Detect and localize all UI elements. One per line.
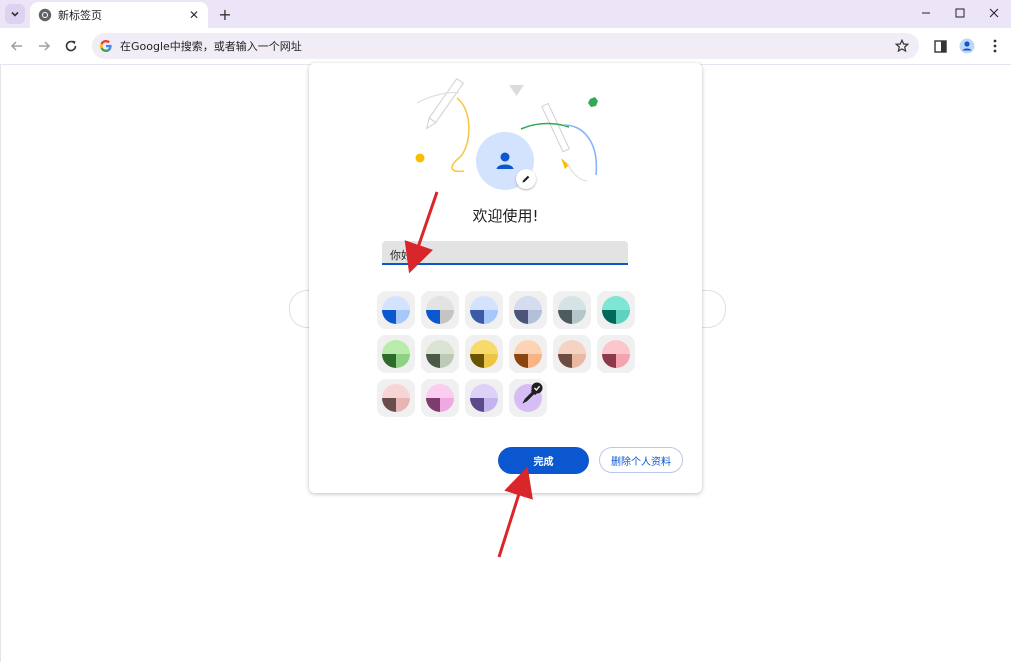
color-swatch[interactable] (465, 291, 503, 329)
back-icon[interactable] (7, 36, 27, 56)
minimize-icon[interactable] (909, 0, 943, 26)
color-swatch-custom[interactable] (509, 379, 547, 417)
person-icon (496, 152, 514, 169)
color-swatch[interactable] (597, 335, 635, 373)
close-window-icon[interactable] (977, 0, 1011, 26)
color-swatch[interactable] (377, 379, 415, 417)
color-swatch[interactable] (465, 335, 503, 373)
tab-title: 新标签页 (58, 9, 102, 22)
profile-customization-dialog: 欢迎使用! 你好 完成 删除个人资料 (309, 63, 702, 493)
pencil-icon (522, 175, 530, 183)
star-icon[interactable] (893, 37, 911, 55)
tab-search-button[interactable] (5, 4, 25, 24)
google-icon (98, 38, 114, 54)
forward-icon[interactable] (34, 36, 54, 56)
chevron-down-icon (11, 11, 19, 17)
reload-icon[interactable] (61, 36, 81, 56)
profile-name-input[interactable]: 你好 (382, 241, 628, 265)
color-swatch[interactable] (377, 291, 415, 329)
omnibox-text: 在Google中搜索，或者输入一个网址 (120, 40, 302, 53)
toolbar: 在Google中搜索，或者输入一个网址 (0, 28, 1011, 65)
color-swatch[interactable] (597, 291, 635, 329)
new-tab-button[interactable]: + (215, 4, 235, 24)
side-panel-icon[interactable] (930, 36, 950, 56)
color-swatch[interactable] (509, 291, 547, 329)
more-menu-icon[interactable] (985, 36, 1005, 56)
color-swatch[interactable] (465, 379, 503, 417)
edit-avatar-button[interactable] (516, 169, 536, 189)
maximize-icon[interactable] (943, 0, 977, 26)
close-tab-icon[interactable]: ✕ (186, 7, 202, 23)
tab-strip: 新标签页 ✕ + (0, 0, 1011, 28)
omnibox[interactable]: 在Google中搜索，或者输入一个网址 (92, 33, 919, 59)
profile-icon[interactable] (957, 36, 977, 56)
color-swatch[interactable] (421, 291, 459, 329)
color-swatch[interactable] (377, 335, 415, 373)
chrome-icon (38, 8, 52, 22)
color-swatch[interactable] (509, 335, 547, 373)
color-swatch[interactable] (553, 291, 591, 329)
color-swatch[interactable] (421, 379, 459, 417)
color-swatch[interactable] (421, 335, 459, 373)
welcome-heading: 欢迎使用! (472, 207, 539, 225)
tab-new-tab[interactable]: 新标签页 ✕ (30, 2, 208, 28)
color-swatch[interactable] (553, 335, 591, 373)
delete-profile-button[interactable]: 删除个人资料 (599, 447, 683, 473)
done-button[interactable]: 完成 (498, 447, 589, 474)
